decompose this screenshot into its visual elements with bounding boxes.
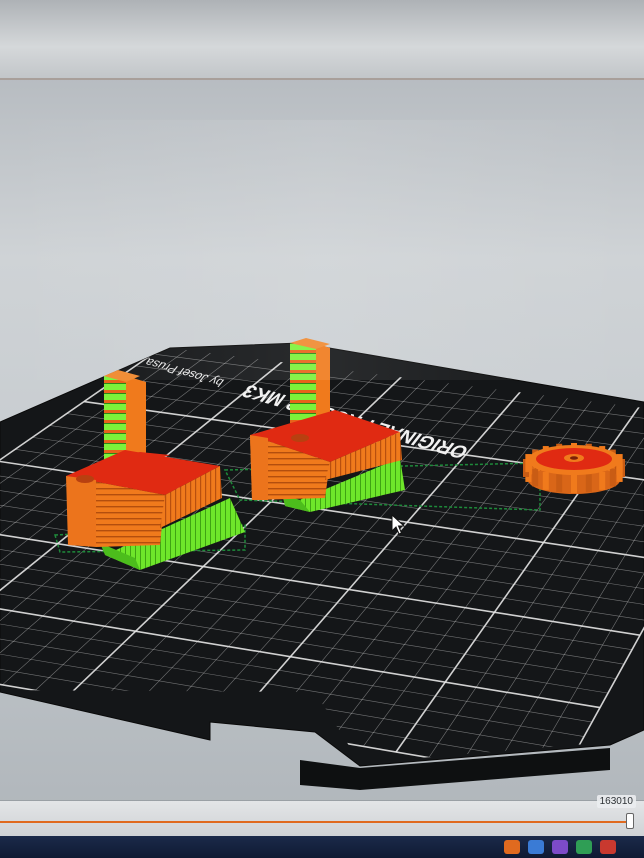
layer-value-label: 163010: [596, 795, 636, 808]
gear-tooth: [571, 475, 577, 493]
3d-preview-viewport[interactable]: ORIGINAL PRUSA i3 MK3 by Josef Prusa: [0, 80, 644, 800]
monitor-screen: ORIGINAL PRUSA i3 MK3 by Josef Prusa: [0, 0, 644, 858]
taskbar-app-icon[interactable]: [600, 840, 616, 854]
layer-slider-track[interactable]: [0, 821, 630, 823]
gear-tooth: [532, 468, 539, 487]
object-gear[interactable]: [523, 443, 625, 494]
gear-tooth: [599, 471, 606, 490]
taskbar-app-icon[interactable]: [552, 840, 568, 854]
gear-tooth: [542, 471, 549, 490]
gear-tooth: [556, 474, 563, 493]
scene-canvas[interactable]: ORIGINAL PRUSA i3 MK3 by Josef Prusa: [0, 80, 644, 800]
gear-tooth: [609, 468, 616, 487]
os-taskbar: [0, 836, 644, 858]
gear-tooth: [585, 474, 592, 493]
taskbar-app-icon[interactable]: [504, 840, 520, 854]
layer-slider-bar: 163010: [0, 795, 644, 837]
slider-handle-icon[interactable]: [626, 813, 634, 829]
top-toolbar: [0, 0, 644, 80]
taskbar-app-icon[interactable]: [576, 840, 592, 854]
taskbar-app-icon[interactable]: [528, 840, 544, 854]
